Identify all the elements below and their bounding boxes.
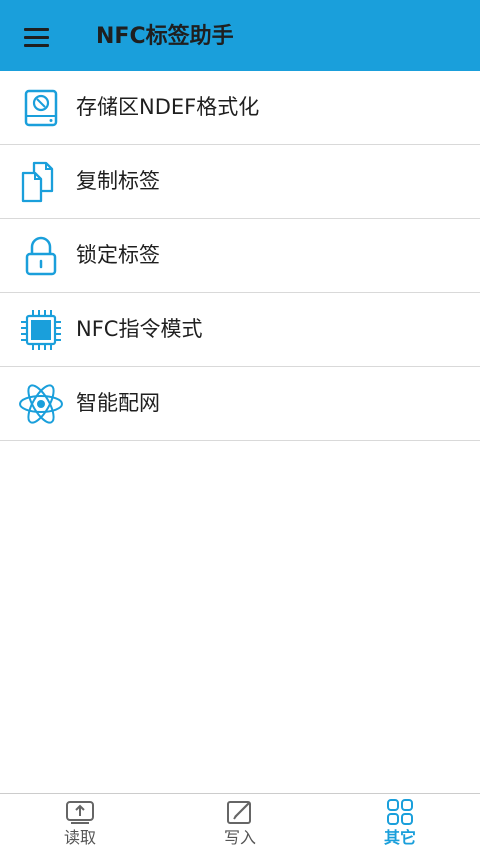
tab-label: 写入	[223, 828, 256, 847]
feature-list: 存储区NDEF格式化 复制标签 锁定标签 NFC指令模式 智能配网	[0, 71, 480, 441]
menu-bar	[24, 43, 49, 47]
lock-icon	[18, 234, 64, 278]
hamburger-menu-icon[interactable]	[18, 22, 58, 52]
copy-icon	[18, 160, 64, 204]
disk-format-icon	[18, 86, 64, 130]
list-item-nfc-command[interactable]: NFC指令模式	[0, 293, 480, 367]
atom-network-icon	[18, 382, 64, 426]
list-item-label: NFC指令模式	[76, 317, 203, 341]
grid-apps-icon	[385, 799, 415, 825]
tab-read[interactable]: 读取	[0, 794, 160, 853]
list-item-ndef-format[interactable]: 存储区NDEF格式化	[0, 71, 480, 145]
write-edit-icon	[225, 799, 255, 825]
read-tray-icon	[65, 799, 95, 825]
list-item-label: 存储区NDEF格式化	[76, 95, 260, 119]
app-screen: NFC标签助手 存储区NDEF格式化 复制标签 锁定标签 NFC指令模式 智能配…	[0, 0, 480, 853]
tab-label: 其它	[383, 828, 416, 847]
list-item-copy-tag[interactable]: 复制标签	[0, 145, 480, 219]
menu-bar	[24, 27, 49, 31]
menu-bar	[24, 35, 49, 39]
list-item-label: 智能配网	[76, 391, 160, 415]
tab-write[interactable]: 写入	[160, 794, 320, 853]
tab-other[interactable]: 其它	[320, 794, 480, 853]
list-item-label: 锁定标签	[76, 243, 160, 267]
tab-label: 读取	[63, 828, 96, 847]
app-header: NFC标签助手	[0, 0, 480, 71]
list-item-smart-network[interactable]: 智能配网	[0, 367, 480, 441]
page-title: NFC标签助手	[96, 24, 234, 49]
chip-icon	[18, 308, 64, 352]
list-item-label: 复制标签	[76, 169, 160, 193]
bottom-tab-bar: 读取 写入 其它	[0, 793, 480, 853]
list-item-lock-tag[interactable]: 锁定标签	[0, 219, 480, 293]
